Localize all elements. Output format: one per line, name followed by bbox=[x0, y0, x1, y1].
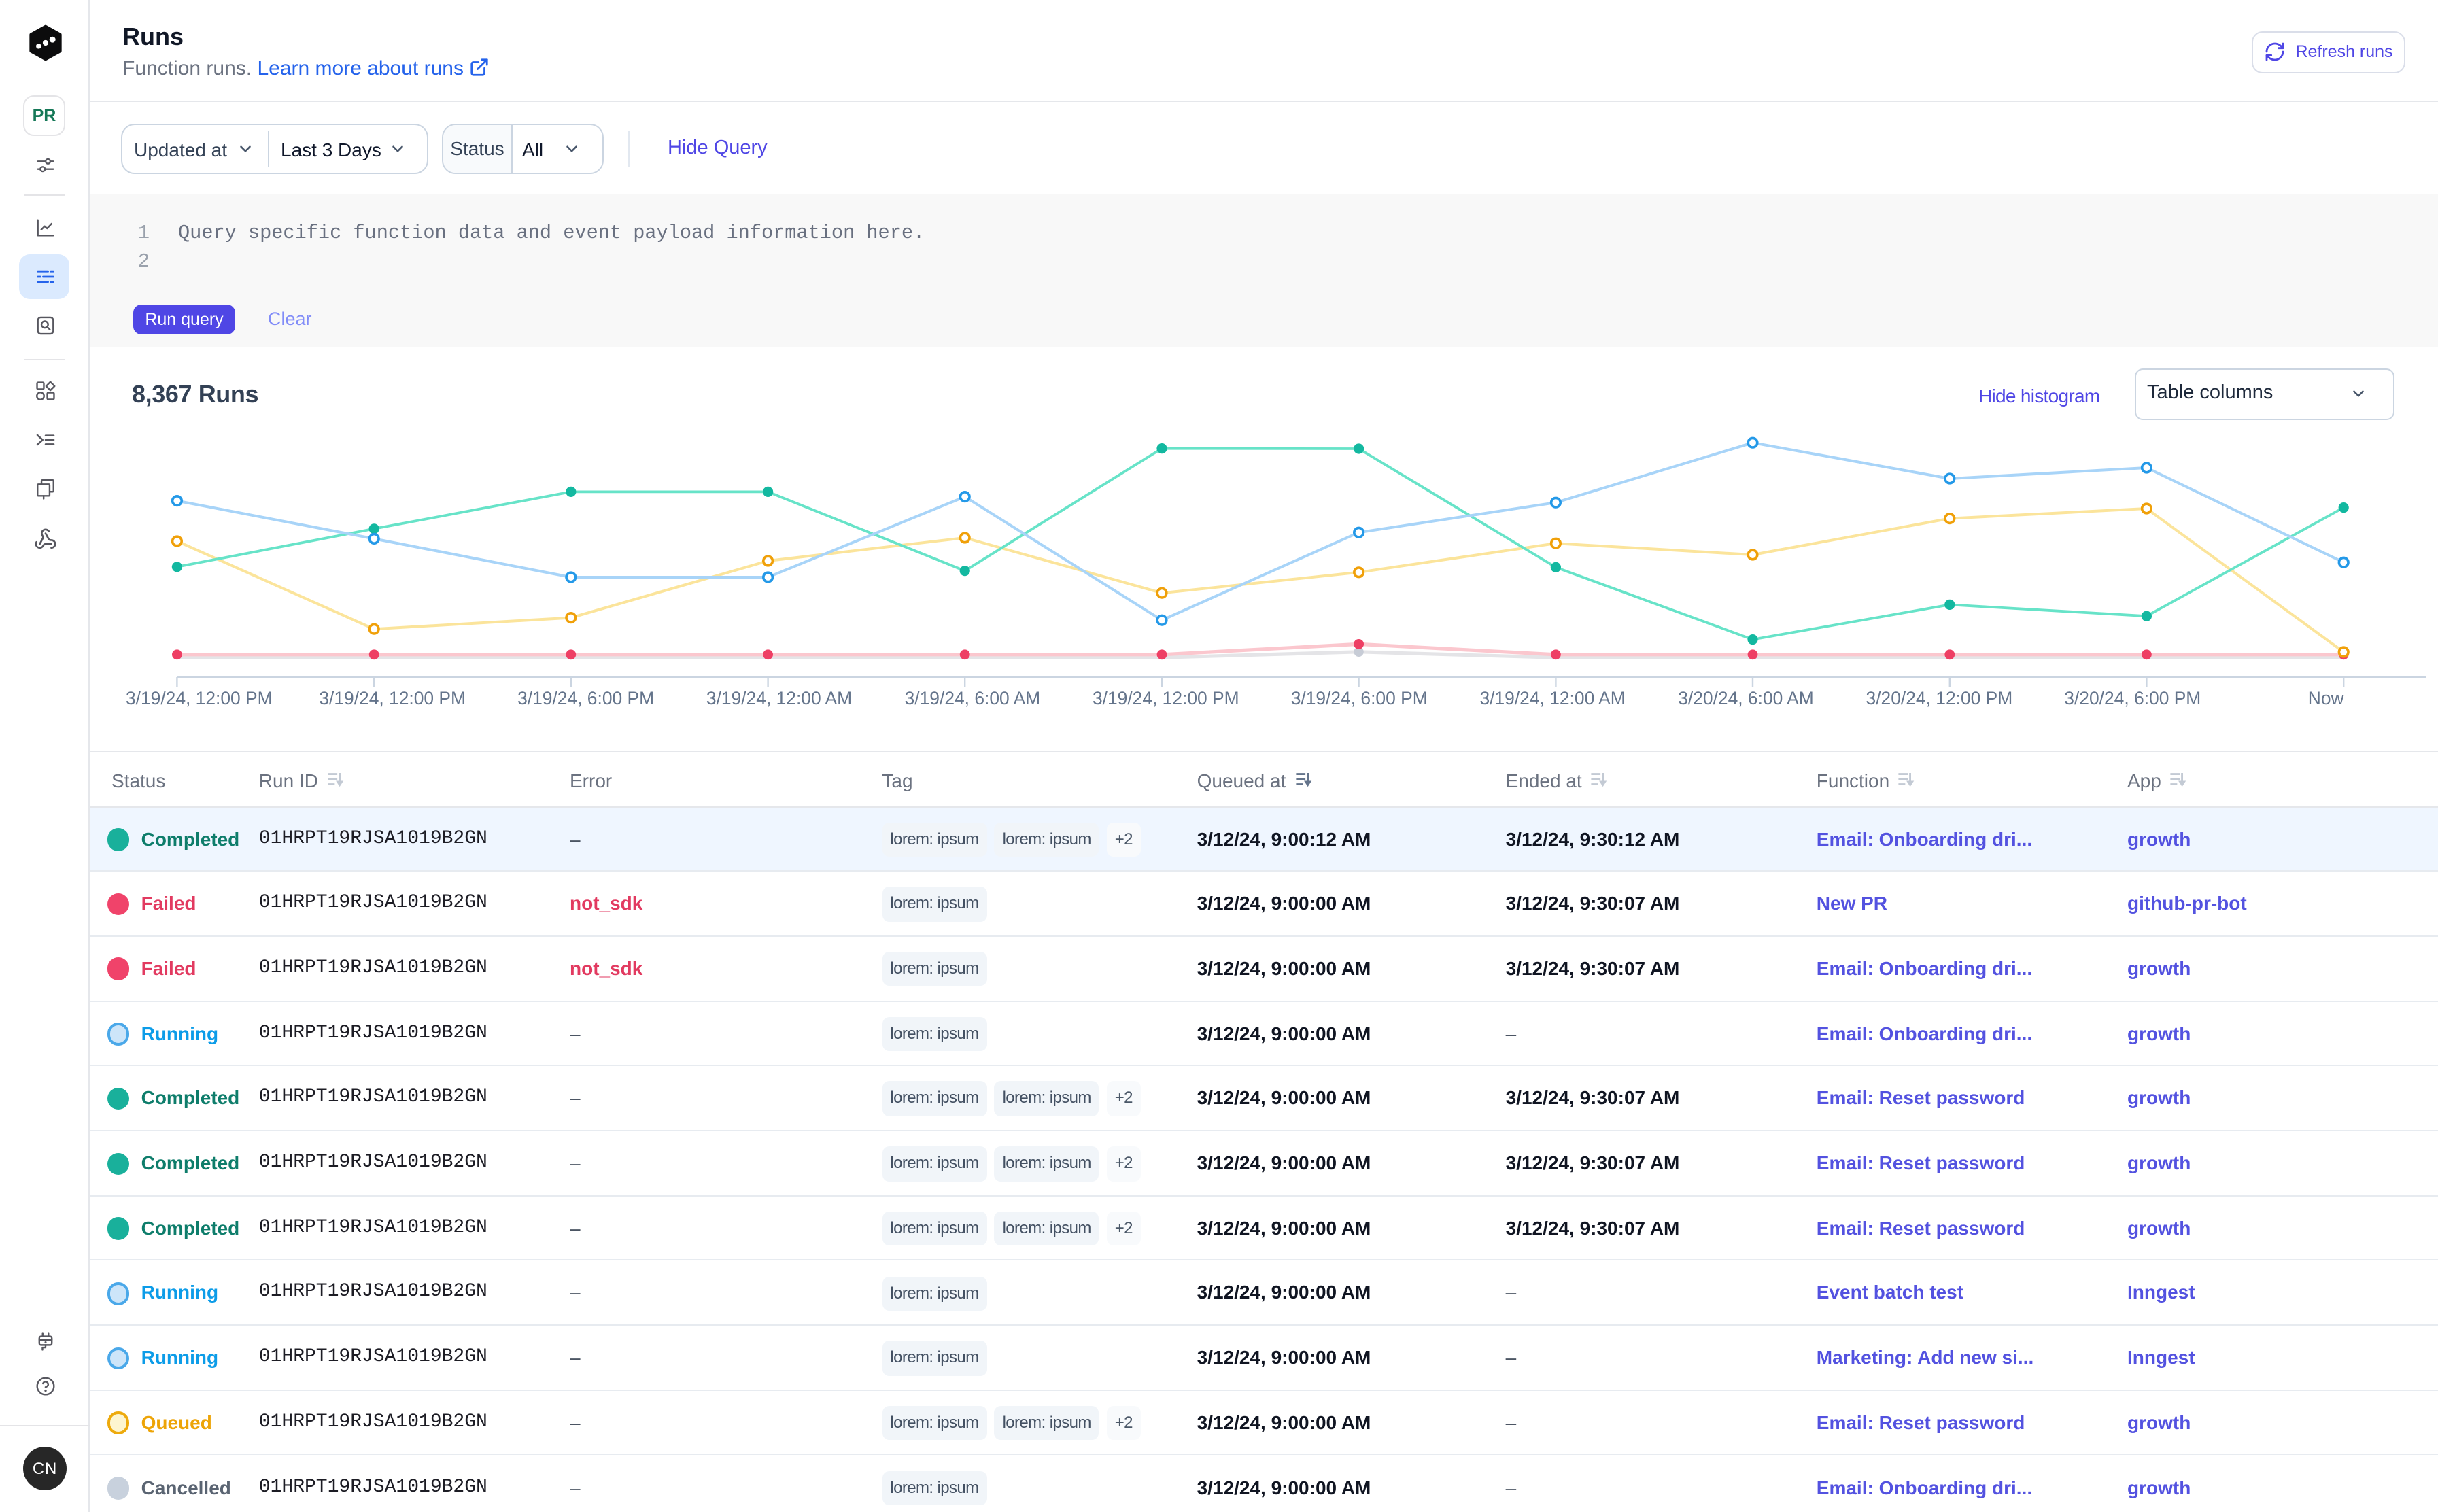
svg-text:3/19/24, 12:00 AM: 3/19/24, 12:00 AM bbox=[706, 688, 852, 708]
svg-text:3/19/24, 12:00 PM: 3/19/24, 12:00 PM bbox=[319, 688, 466, 708]
svg-text:3/19/24, 12:00 AM: 3/19/24, 12:00 AM bbox=[1479, 688, 1625, 708]
svg-text:3/19/24, 6:00 PM: 3/19/24, 6:00 PM bbox=[1291, 688, 1428, 708]
svg-text:3/19/24, 12:00 PM: 3/19/24, 12:00 PM bbox=[1093, 688, 1239, 708]
svg-text:3/20/24, 6:00 PM: 3/20/24, 6:00 PM bbox=[2064, 688, 2201, 708]
svg-text:3/20/24, 12:00 PM: 3/20/24, 12:00 PM bbox=[1866, 688, 2013, 708]
svg-text:3/19/24, 6:00 AM: 3/19/24, 6:00 AM bbox=[905, 688, 1041, 708]
svg-text:3/19/24, 6:00 PM: 3/19/24, 6:00 PM bbox=[517, 688, 654, 708]
svg-text:3/20/24, 6:00 AM: 3/20/24, 6:00 AM bbox=[1678, 688, 1814, 708]
svg-text:3/19/24, 12:00 PM: 3/19/24, 12:00 PM bbox=[126, 688, 273, 708]
svg-text:Now: Now bbox=[2308, 688, 2345, 708]
